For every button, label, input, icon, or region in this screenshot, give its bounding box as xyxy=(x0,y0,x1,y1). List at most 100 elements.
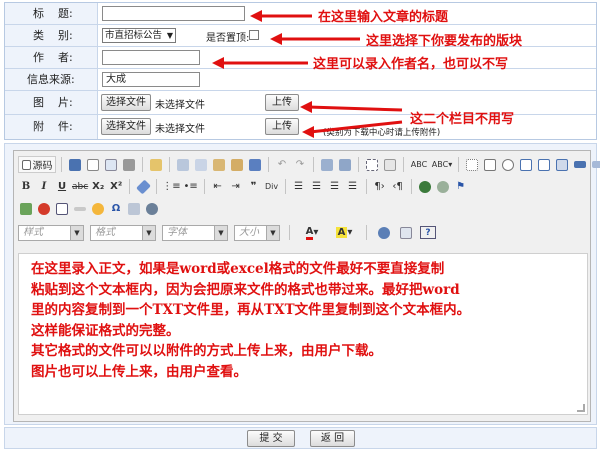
paste-text-button[interactable] xyxy=(229,156,245,173)
subscript-button[interactable]: X₂ xyxy=(90,178,106,195)
image-button[interactable] xyxy=(18,200,34,217)
checkbox-icon xyxy=(484,158,496,171)
imagebutton-button[interactable] xyxy=(590,156,600,173)
select-all-icon xyxy=(366,158,378,171)
submit-button[interactable]: 提 交 xyxy=(247,430,295,447)
special-char-button[interactable]: Ω xyxy=(108,200,124,217)
strikethrough-button[interactable]: abc xyxy=(72,178,88,195)
toolbar-row-2: B I U abc X₂ X² ⋮≡ •≡ ⇤ ⇥ ❞ Div ☰ ☰ ☰ ☰ … xyxy=(18,177,469,196)
button-icon xyxy=(574,161,586,168)
radio-button[interactable] xyxy=(500,156,516,173)
superscript-button[interactable]: X² xyxy=(108,178,124,195)
bulleted-list-icon: •≡ xyxy=(183,181,198,192)
templates-button[interactable] xyxy=(148,156,164,173)
preview-button[interactable] xyxy=(103,156,119,173)
link-button[interactable] xyxy=(417,178,433,195)
smiley-icon xyxy=(92,202,104,215)
form-button[interactable] xyxy=(464,156,480,173)
print-button[interactable] xyxy=(121,156,137,173)
content-line: 在这里录入正文，如果是word或excel格式的文件最好不要直接复制 xyxy=(31,261,445,277)
italic-button[interactable]: I xyxy=(36,178,52,195)
textfield-button[interactable] xyxy=(518,156,534,173)
anchor-button[interactable]: ⚑ xyxy=(453,178,469,195)
align-justify-button[interactable]: ☰ xyxy=(345,178,361,195)
font-combo[interactable]: 字体 ▼ xyxy=(162,224,228,241)
outdent-button[interactable]: ⇤ xyxy=(210,178,226,195)
format-combo[interactable]: 格式 ▼ xyxy=(90,224,156,241)
new-page-button[interactable] xyxy=(85,156,101,173)
checkbox-button[interactable] xyxy=(482,156,498,173)
source-icon xyxy=(21,159,31,170)
outdent-icon: ⇤ xyxy=(213,181,222,192)
back-button[interactable]: 返 回 xyxy=(310,430,355,447)
numbered-list-button[interactable]: ⋮≡ xyxy=(162,178,180,195)
rtl-icon: ‹¶ xyxy=(392,181,403,192)
button-button[interactable] xyxy=(572,156,588,173)
ltr-button[interactable]: ¶› xyxy=(372,178,388,195)
save-button[interactable] xyxy=(67,156,83,173)
align-right-icon: ☰ xyxy=(330,181,340,192)
paste-button[interactable] xyxy=(211,156,227,173)
align-left-button[interactable]: ☰ xyxy=(291,178,307,195)
blockquote-button[interactable]: ❞ xyxy=(246,178,262,195)
eraser-icon xyxy=(135,179,151,194)
table-button[interactable] xyxy=(54,200,70,217)
bulleted-list-button[interactable]: •≡ xyxy=(183,178,199,195)
show-blocks-button[interactable] xyxy=(398,224,414,241)
text-color-button[interactable]: A ▾ xyxy=(299,224,325,241)
size-combo[interactable]: 大小 ▼ xyxy=(234,224,280,241)
toolbar-row-3: Ω xyxy=(18,199,160,218)
align-left-icon: ☰ xyxy=(294,181,304,192)
content-line: 粘贴到这个文本框内，因为会把原来文件的格式也带过来。最好把word xyxy=(31,281,460,298)
spellcheck-button[interactable]: ABC xyxy=(409,156,429,173)
pagebreak-button[interactable] xyxy=(126,200,142,217)
eraser-button[interactable] xyxy=(135,178,151,195)
underline-button[interactable]: U xyxy=(54,178,70,195)
unlink-icon xyxy=(436,180,449,193)
save-icon xyxy=(69,158,81,171)
align-right-button[interactable]: ☰ xyxy=(327,178,343,195)
textarea-button[interactable] xyxy=(536,156,552,173)
flash-button[interactable] xyxy=(36,200,52,217)
cut-button[interactable] xyxy=(175,156,191,173)
replace-icon xyxy=(339,158,351,171)
find-button[interactable] xyxy=(319,156,335,173)
smiley-button[interactable] xyxy=(90,200,106,217)
scayt-button[interactable]: ABC▾ xyxy=(431,156,453,173)
paste-word-button[interactable] xyxy=(247,156,263,173)
select-button[interactable] xyxy=(554,156,570,173)
remove-format-button[interactable] xyxy=(382,156,398,173)
div-button[interactable]: Div xyxy=(264,178,280,195)
rtl-button[interactable]: ‹¶ xyxy=(390,178,406,195)
ltr-icon: ¶› xyxy=(374,181,385,192)
numbered-list-icon: ⋮≡ xyxy=(162,181,181,192)
link-icon xyxy=(418,180,431,193)
select-icon xyxy=(556,158,568,171)
maximize-button[interactable] xyxy=(376,224,392,241)
select-all-button[interactable] xyxy=(364,156,380,173)
toolbar-row-1: 源码 ↶ ↷ ABC ABC▾ xyxy=(18,155,600,174)
redo-icon: ↷ xyxy=(295,159,305,170)
scayt-icon: ABC▾ xyxy=(431,160,453,169)
bg-color-button[interactable]: A ▾ xyxy=(331,224,357,241)
hr-button[interactable] xyxy=(72,200,88,217)
div-icon: Div xyxy=(265,182,279,191)
indent-button[interactable]: ⇥ xyxy=(228,178,244,195)
copy-button[interactable] xyxy=(193,156,209,173)
redo-button[interactable]: ↷ xyxy=(292,156,308,173)
indent-icon: ⇥ xyxy=(231,181,240,192)
align-center-button[interactable]: ☰ xyxy=(309,178,325,195)
source-button[interactable]: 源码 xyxy=(18,156,56,173)
flash-icon xyxy=(38,202,50,215)
editor-content[interactable]: 在这里录入正文，如果是word或excel格式的文件最好不要直接复制 粘贴到这个… xyxy=(18,253,588,415)
upload-annotation: 这二个栏目不用写 xyxy=(410,112,515,127)
style-combo[interactable]: 样式 ▼ xyxy=(18,224,84,241)
iframe-button[interactable] xyxy=(144,200,160,217)
bold-button[interactable]: B xyxy=(18,178,34,195)
resize-grip-icon[interactable] xyxy=(577,404,585,412)
replace-button[interactable] xyxy=(337,156,353,173)
undo-button[interactable]: ↶ xyxy=(274,156,290,173)
paste-word-icon xyxy=(249,158,261,171)
unlink-button[interactable] xyxy=(435,178,451,195)
about-button[interactable]: ? xyxy=(420,226,436,239)
